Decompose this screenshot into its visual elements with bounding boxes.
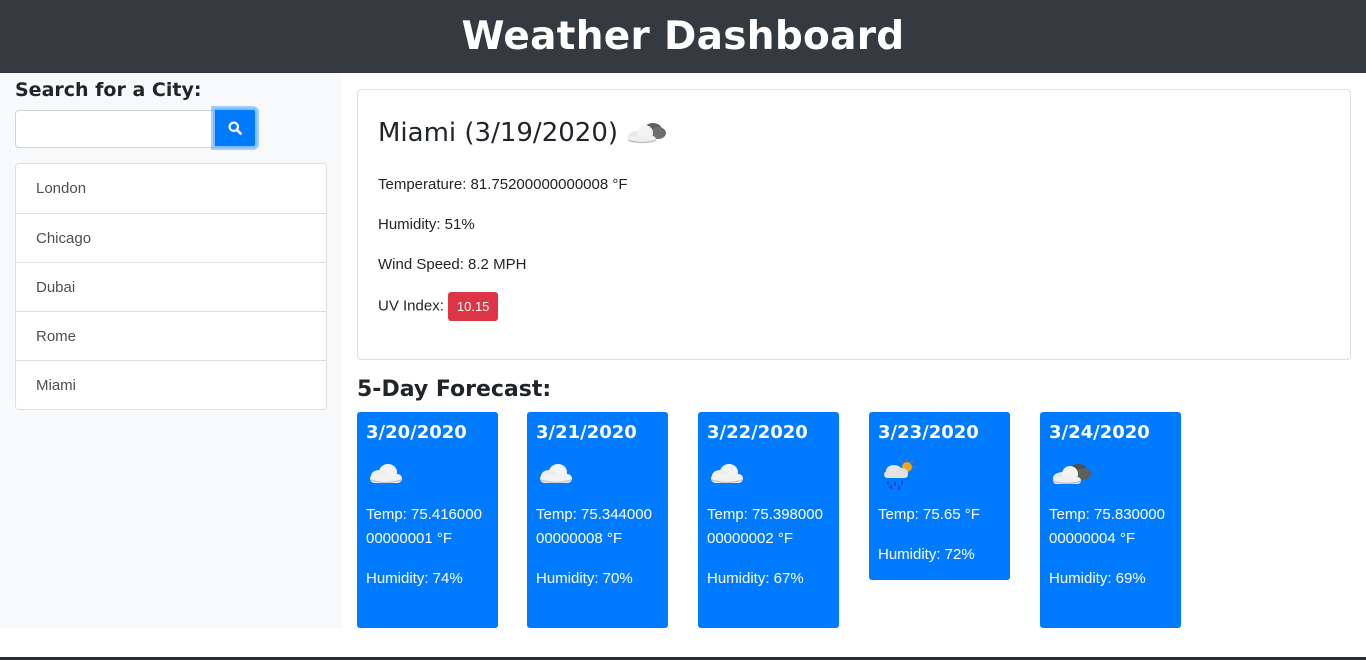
forecast-date: 3/21/2020 xyxy=(536,422,637,443)
history-item-rome[interactable]: Rome xyxy=(16,311,326,360)
forecast-date: 3/24/2020 xyxy=(1049,422,1150,443)
uv-index-badge: 10.15 xyxy=(447,292,499,321)
current-temperature: Temperature: 81.75200000000008 °F xyxy=(378,176,628,193)
search-label: Search for a City: xyxy=(15,79,202,101)
history-item-miami[interactable]: Miami xyxy=(16,360,326,409)
forecast-card: 3/20/2020 Temp: 75.41600000000001 °F Hum… xyxy=(357,412,498,628)
cloud-icon xyxy=(711,464,743,484)
search-history-list: London Chicago Dubai Rome Miami xyxy=(15,163,327,410)
forecast-card: 3/24/2020 Temp: 75.83000000000004 °F Hum… xyxy=(1040,412,1181,628)
forecast-date: 3/20/2020 xyxy=(366,422,467,443)
forecast-title: 5-Day Forecast: xyxy=(357,377,552,402)
current-humidity: Humidity: 51% xyxy=(378,216,475,233)
forecast-humidity: Humidity: 69% xyxy=(1049,570,1146,587)
cloudy-icon xyxy=(1052,464,1091,485)
forecast-date: 3/22/2020 xyxy=(707,422,808,443)
current-wind-speed: Wind Speed: 8.2 MPH xyxy=(378,256,527,273)
forecast-temp: Temp: 75.34400000000008 °F xyxy=(536,506,652,547)
forecast-temp: Temp: 75.39800000000002 °F xyxy=(707,506,823,547)
history-item-london[interactable]: London xyxy=(16,164,326,213)
forecast-humidity: Humidity: 67% xyxy=(707,570,804,587)
current-uv-row: UV Index: 10.15 xyxy=(378,292,499,321)
forecast-card: 3/22/2020 Temp: 75.39800000000002 °F Hum… xyxy=(698,412,839,628)
forecast-humidity: Humidity: 72% xyxy=(878,546,975,563)
city-search-input[interactable] xyxy=(15,110,214,148)
navbar: Weather Dashboard xyxy=(0,0,1366,73)
history-item-chicago[interactable]: Chicago xyxy=(16,213,326,262)
current-city-title: Miami (3/19/2020) xyxy=(378,118,619,148)
forecast-card: 3/23/2020 Temp: 75.65 °F Humidity: 72% xyxy=(869,412,1010,580)
forecast-humidity: Humidity: 74% xyxy=(366,570,463,587)
forecast-date: 3/23/2020 xyxy=(878,422,979,443)
uv-label: UV Index: xyxy=(378,297,444,315)
cloud-icon xyxy=(540,464,572,484)
forecast-card: 3/21/2020 Temp: 75.34400000000008 °F Hum… xyxy=(527,412,668,628)
search-button[interactable] xyxy=(213,108,257,148)
forecast-temp: Temp: 75.41600000000001 °F xyxy=(366,506,482,547)
forecast-humidity: Humidity: 70% xyxy=(536,570,633,587)
search-icon xyxy=(228,121,242,135)
rain-sun-icon xyxy=(884,459,915,490)
current-weather-card: Miami (3/19/2020) Temperature: 81.752000… xyxy=(357,89,1351,360)
sidebar: Search for a City: London Chicago Dubai … xyxy=(0,73,342,628)
forecast-temp: Temp: 75.65 °F xyxy=(878,506,980,523)
cloud-icon xyxy=(370,464,402,484)
cloudy-icon xyxy=(627,123,667,144)
history-item-dubai[interactable]: Dubai xyxy=(16,262,326,311)
forecast-temp: Temp: 75.83000000000004 °F xyxy=(1049,506,1165,547)
page-title: Weather Dashboard xyxy=(461,14,905,59)
